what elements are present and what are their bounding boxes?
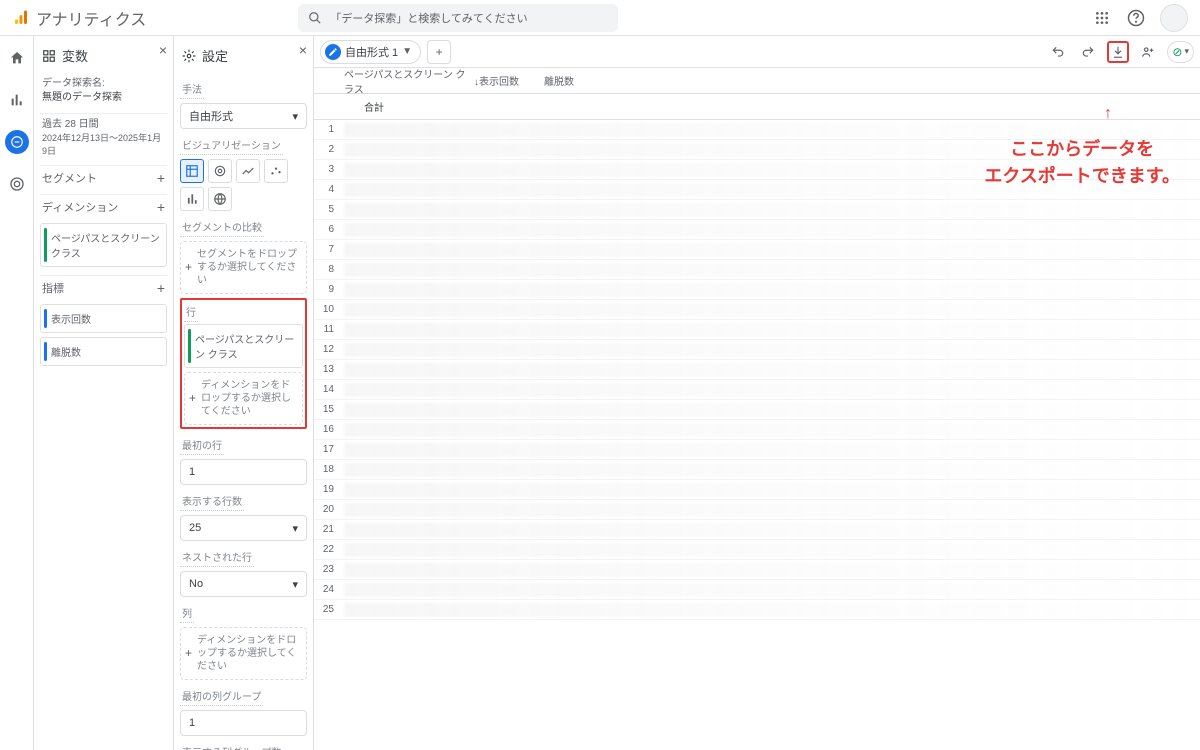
table-row[interactable]: 10 (314, 300, 1200, 320)
analytics-logo-icon (12, 9, 30, 27)
redo-icon[interactable] (1077, 41, 1099, 63)
edit-icon (325, 44, 341, 60)
table-row[interactable]: 20 (314, 500, 1200, 520)
table-row[interactable]: 16 (314, 420, 1200, 440)
chevron-down-icon[interactable]: ▼ (402, 46, 412, 57)
nav-reports-icon[interactable] (5, 88, 29, 112)
metric-chip-views[interactable]: 表示回数 (40, 304, 167, 333)
start-row-input[interactable]: 1 (180, 459, 307, 485)
variables-header: 変数 (40, 42, 167, 73)
header-right (1092, 4, 1188, 32)
dimensions-row: ディメンション + (40, 195, 167, 219)
row-dropzone[interactable]: ディメンションをドロップするか選択してください (184, 372, 303, 425)
gear-icon (182, 49, 196, 63)
search-box[interactable]: 「データ探索」と検索してみてください (298, 4, 618, 32)
data-rows: 1234567891011121314151617181920212223242… (314, 120, 1200, 620)
add-dimension-button[interactable]: + (157, 199, 165, 215)
start-col-group-input[interactable]: 1 (180, 710, 307, 736)
viz-line-icon[interactable] (236, 159, 260, 183)
add-metric-button[interactable]: + (157, 280, 165, 296)
variables-icon (42, 49, 56, 63)
table-row[interactable]: 17 (314, 440, 1200, 460)
table-row[interactable]: 6 (314, 220, 1200, 240)
left-nav (0, 36, 34, 750)
product-name: アナリティクス (36, 6, 146, 30)
table-row[interactable]: 8 (314, 260, 1200, 280)
nested-rows-select[interactable]: No▾ (180, 571, 307, 597)
settings-header: 設定 (180, 42, 307, 73)
metrics-row: 指標 + (40, 276, 167, 300)
table-row[interactable]: 19 (314, 480, 1200, 500)
canvas-toolbar: ⊘▾ (1047, 41, 1194, 63)
close-icon[interactable]: × (299, 42, 307, 58)
add-segment-button[interactable]: + (157, 170, 165, 186)
date-range[interactable]: 過去 28 日間 2024年12月13日〜2025年1月9日 (40, 114, 167, 161)
undo-icon[interactable] (1047, 41, 1069, 63)
app-header: アナリティクス 「データ探索」と検索してみてください (0, 0, 1200, 36)
canvas: 自由形式 1 ▼ + ⊘▾ ページパスとスクリーン クラス ↓表示回数 離脱数 … (314, 36, 1200, 750)
table-row[interactable]: 11 (314, 320, 1200, 340)
table-row[interactable]: 4 (314, 180, 1200, 200)
table-row[interactable]: 13 (314, 360, 1200, 380)
product-logo: アナリティクス (12, 6, 146, 30)
canvas-area: 自由形式 1 ▼ + ⊘▾ ページパスとスクリーン クラス ↓表示回数 離脱数 … (314, 36, 1200, 750)
total-row: 合計 (314, 94, 1200, 120)
table-row[interactable]: 21 (314, 520, 1200, 540)
share-icon[interactable] (1137, 41, 1159, 63)
export-button[interactable] (1107, 41, 1129, 63)
table-row[interactable]: 7 (314, 240, 1200, 260)
table-row[interactable]: 12 (314, 340, 1200, 360)
col-dropzone[interactable]: ディメンションをドロップするか選択してください (180, 627, 307, 680)
table-row[interactable]: 22 (314, 540, 1200, 560)
column-headers: ページパスとスクリーン クラス ↓表示回数 離脱数 (314, 68, 1200, 94)
tab-freeform[interactable]: 自由形式 1 ▼ (320, 40, 421, 64)
variables-panel: 変数 × データ探索名: 無題のデータ探索 過去 28 日間 2024年12月1… (34, 36, 174, 750)
table-row[interactable]: 3 (314, 160, 1200, 180)
table-row[interactable]: 15 (314, 400, 1200, 420)
tab-bar: 自由形式 1 ▼ + ⊘▾ (314, 36, 1200, 68)
nav-explore-icon[interactable] (5, 130, 29, 154)
table-row[interactable]: 2 (314, 140, 1200, 160)
exploration-name-block[interactable]: データ探索名: 無題のデータ探索 (40, 73, 167, 109)
rows-highlight: 行 ページパスとスクリーン クラス ディメンションをドロップするか選択してくださ… (180, 298, 307, 429)
main-layout: 変数 × データ探索名: 無題のデータ探索 過去 28 日間 2024年12月1… (0, 36, 1200, 750)
close-icon[interactable]: × (159, 42, 167, 58)
nav-home-icon[interactable] (5, 46, 29, 70)
nav-advertising-icon[interactable] (5, 172, 29, 196)
viz-scatter-icon[interactable] (264, 159, 288, 183)
viz-donut-icon[interactable] (208, 159, 232, 183)
viz-table-icon[interactable] (180, 159, 204, 183)
technique-select[interactable]: 自由形式▾ (180, 103, 307, 129)
segment-dropzone[interactable]: セグメントをドロップするか選択してください (180, 241, 307, 294)
avatar[interactable] (1160, 4, 1188, 32)
metric-chip-exits[interactable]: 離脱数 (40, 337, 167, 366)
show-rows-select[interactable]: 25▾ (180, 515, 307, 541)
dimension-chip[interactable]: ページパスとスクリーン クラス (40, 223, 167, 267)
row-dimension-chip[interactable]: ページパスとスクリーン クラス (184, 324, 303, 368)
table-row[interactable]: 24 (314, 580, 1200, 600)
viz-geo-icon[interactable] (208, 187, 232, 211)
table-row[interactable]: 1 (314, 120, 1200, 140)
search-icon (308, 11, 322, 25)
table-row[interactable]: 9 (314, 280, 1200, 300)
apps-icon[interactable] (1092, 8, 1112, 28)
table-row[interactable]: 5 (314, 200, 1200, 220)
visualization-grid (180, 159, 307, 211)
table-row[interactable]: 14 (314, 380, 1200, 400)
viz-bar-icon[interactable] (180, 187, 204, 211)
help-icon[interactable] (1126, 8, 1146, 28)
table-row[interactable]: 23 (314, 560, 1200, 580)
add-tab-button[interactable]: + (427, 40, 451, 64)
table-row[interactable]: 18 (314, 460, 1200, 480)
table-row[interactable]: 25 (314, 600, 1200, 620)
segments-row: セグメント + (40, 166, 167, 190)
settings-panel: 設定 × 手法 自由形式▾ ビジュアリゼーション セグメントの比較 セグメントを… (174, 36, 314, 750)
status-pill[interactable]: ⊘▾ (1167, 41, 1194, 63)
search-placeholder: 「データ探索」と検索してみてください (330, 10, 527, 26)
